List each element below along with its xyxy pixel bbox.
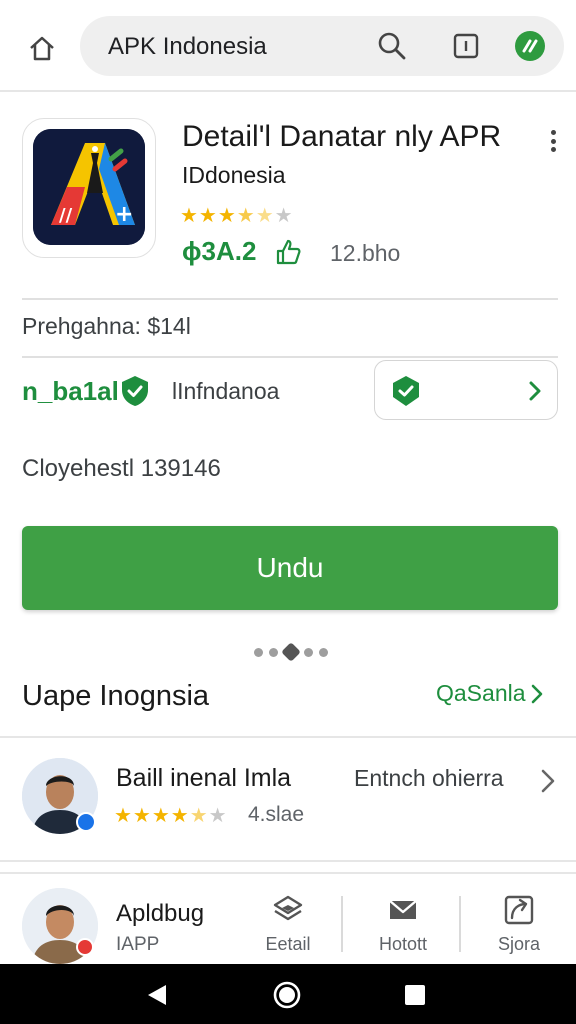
app-icon-frame[interactable]: + // [22,118,156,258]
verified-badge-icon [76,812,96,832]
chevron-right-icon [529,381,541,401]
system-navigation-bar [0,964,576,1024]
home-icon[interactable] [22,28,62,68]
home-circle-icon[interactable] [272,980,302,1010]
badge-label: n_ba1al [22,376,119,406]
verify-button[interactable] [374,360,558,420]
app-logo-icon: + // [33,129,145,245]
carousel-indicator[interactable] [246,642,336,662]
shield-icon [393,376,419,406]
layers-icon [273,895,303,921]
app-detail-page: APK Indonesia + // Detail'l Danatar nly … [0,0,576,1024]
extension-icon[interactable] [514,30,546,62]
app-score: ϕ3A.2 [182,236,257,266]
review-size: 4.slae [248,803,305,826]
price-info: Prehgahna: $14l [22,313,191,339]
nav-item-share[interactable]: Sjora [474,894,564,964]
url-text: APK Indonesia [108,33,267,60]
mail-icon [389,900,417,919]
see-all-link[interactable]: QaSanla [436,680,544,707]
svg-text:+: + [115,202,133,227]
app-rating-stars: ★★★★★★ [180,205,294,227]
app-size: 12.bho [330,240,401,266]
bottom-navigation: Apldbug IAPP Eetail Hotott Sjora [0,872,576,964]
svg-text://: // [59,205,73,226]
divider [0,736,576,738]
reviewer-name: Baill inenal Imla [116,764,292,792]
app-developer[interactable]: IDdonesia [182,162,286,189]
nav-item-label: Hotott [378,934,428,954]
more-options-icon[interactable] [540,126,566,156]
nav-item-detail[interactable]: Eetail [243,894,333,964]
verified-shield-icon [122,376,148,406]
divider [22,356,558,358]
notification-badge-icon [76,938,94,956]
chevron-right-icon[interactable] [540,768,556,794]
section-title: Uape Inognsia [22,680,210,712]
see-all-label: QaSanla [436,680,526,706]
share-icon [504,895,534,925]
chevron-right-icon [531,684,542,703]
back-icon[interactable] [146,984,168,1006]
app-title: Detail'l Danatar nly APR [182,120,502,153]
divider [341,896,343,952]
nav-item-hotott[interactable]: Hotott [358,894,448,964]
review-action[interactable]: Entnch ohierra [354,765,504,792]
review-stars: ★★★★★★ [114,805,228,827]
badge-text: lInfndanoa [172,378,280,404]
divider [459,896,461,952]
profile-name[interactable]: Apldbug [116,900,204,928]
profile-sub: IAPP [116,934,160,955]
address-bar[interactable]: APK Indonesia [80,16,564,76]
nav-item-label: Sjora [497,934,541,954]
checksum-text: Cloyehestl 139146 [22,455,221,482]
divider [22,298,558,300]
recent-apps-icon[interactable] [405,985,425,1005]
download-button[interactable]: Undu [22,526,558,610]
divider [0,860,576,862]
tab-switcher-icon[interactable] [452,32,480,60]
browser-toolbar: APK Indonesia [0,0,576,92]
search-icon[interactable] [376,30,408,62]
nav-item-label: Eetail [265,934,311,954]
thumbs-up-icon[interactable] [274,238,302,266]
